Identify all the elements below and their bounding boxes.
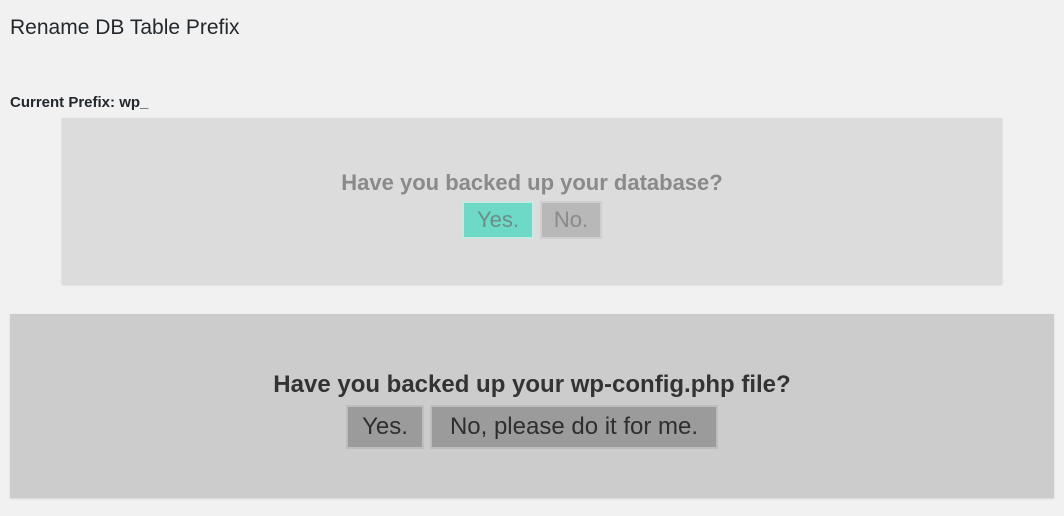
db-backup-no-button[interactable]: No.	[540, 201, 602, 239]
current-prefix-label: Current Prefix: wp_	[10, 94, 149, 111]
config-backup-question: Have you backed up your wp-config.php fi…	[273, 371, 791, 398]
db-backup-button-row: Yes. No.	[62, 201, 1002, 239]
db-backup-question: Have you backed up your database?	[341, 170, 723, 195]
config-backup-no-button[interactable]: No, please do it for me.	[430, 405, 718, 449]
config-backup-yes-button[interactable]: Yes.	[346, 405, 424, 449]
config-backup-panel: Have you backed up your wp-config.php fi…	[10, 314, 1054, 498]
db-backup-panel: Have you backed up your database? Yes. N…	[62, 118, 1002, 284]
db-backup-yes-button[interactable]: Yes.	[462, 201, 534, 239]
config-backup-button-row: Yes. No, please do it for me.	[10, 405, 1054, 449]
page-title: Rename DB Table Prefix	[10, 16, 240, 39]
